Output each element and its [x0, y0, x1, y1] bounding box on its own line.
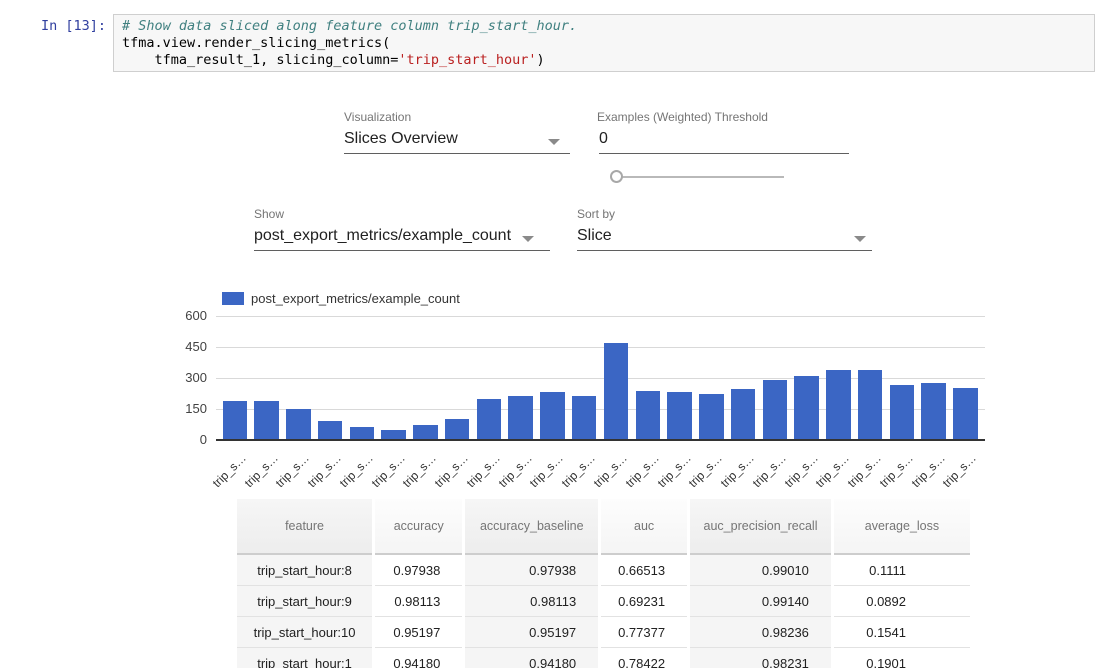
metric-cell: 0.1541 — [834, 617, 970, 648]
bar[interactable] — [699, 394, 724, 440]
show-label: Show — [254, 207, 284, 221]
bar[interactable] — [572, 396, 597, 440]
table-row: trip_start_hour:80.979380.979380.665130.… — [237, 555, 970, 586]
metric-cell: 0.95197 — [465, 617, 598, 648]
bar[interactable] — [731, 389, 756, 440]
show-underline — [254, 250, 550, 251]
bar[interactable] — [508, 396, 533, 440]
metric-cell: 0.1111 — [834, 555, 970, 586]
metric-cell: 0.77377 — [601, 617, 687, 648]
metric-cell: 0.66513 — [601, 555, 687, 586]
metric-cell: 0.95197 — [375, 617, 462, 648]
metrics-table: featureaccuracyaccuracy_baselineaucauc_p… — [237, 499, 973, 668]
bar[interactable] — [636, 391, 661, 440]
code-token-plain: ) — [537, 52, 545, 68]
column-header: accuracy — [375, 499, 462, 555]
sort-by-dropdown[interactable]: Slice — [577, 227, 612, 245]
column-header: accuracy_baseline — [465, 499, 598, 555]
bar[interactable] — [763, 380, 788, 440]
gridline — [216, 316, 985, 317]
code-line[interactable]: tfma.view.render_slicing_metrics( — [122, 35, 1086, 52]
bar[interactable] — [921, 383, 946, 440]
bar[interactable] — [350, 427, 375, 440]
code-token-comment: # Show data sliced along feature column … — [122, 18, 577, 34]
feature-cell: trip_start_hour:10 — [237, 617, 372, 648]
bar[interactable] — [254, 401, 279, 440]
bar[interactable] — [540, 392, 565, 440]
metric-cell: 0.97938 — [375, 555, 462, 586]
metric-cell: 0.78422 — [601, 648, 687, 668]
chevron-down-icon[interactable] — [522, 236, 534, 242]
bar[interactable] — [667, 392, 692, 440]
show-dropdown[interactable]: post_export_metrics/example_count — [254, 227, 511, 245]
column-header: average_loss — [834, 499, 970, 555]
visualization-underline — [344, 153, 570, 154]
code-token-string: 'trip_start_hour' — [398, 52, 536, 68]
metrics-table-container[interactable]: featureaccuracyaccuracy_baselineaucauc_p… — [237, 499, 973, 668]
column-header: auc — [601, 499, 687, 555]
code-token-plain: tfma.view.render_slicing_metrics( — [122, 35, 390, 51]
metric-cell: 0.98113 — [375, 586, 462, 617]
legend-swatch — [222, 292, 244, 305]
y-axis-tick-label: 150 — [160, 401, 207, 416]
threshold-label: Examples (Weighted) Threshold — [597, 110, 768, 124]
notebook-page: In [13]: # Show data sliced along featur… — [0, 0, 1111, 668]
threshold-slider-track[interactable] — [616, 176, 784, 178]
y-axis-tick-label: 0 — [160, 432, 207, 447]
bar[interactable] — [858, 370, 883, 440]
chevron-down-icon[interactable] — [854, 236, 866, 242]
y-axis-tick-label: 600 — [160, 308, 207, 323]
table-row: trip_start_hour:90.981130.981130.692310.… — [237, 586, 970, 617]
code-line[interactable]: tfma_result_1, slicing_column='trip_star… — [122, 52, 1086, 69]
metric-cell: 0.94180 — [375, 648, 462, 668]
feature-cell: trip_start_hour:9 — [237, 586, 372, 617]
bar[interactable] — [318, 421, 343, 440]
metric-cell: 0.0892 — [834, 586, 970, 617]
bar[interactable] — [604, 343, 629, 440]
code-line[interactable]: # Show data sliced along feature column … — [122, 18, 1086, 35]
metric-cell: 0.98236 — [690, 617, 831, 648]
gridline — [216, 347, 985, 348]
bar[interactable] — [223, 401, 248, 440]
metric-cell: 0.1901 — [834, 648, 970, 668]
code-cell[interactable]: # Show data sliced along feature column … — [113, 14, 1095, 72]
table-row: trip_start_hour:100.951970.951970.773770… — [237, 617, 970, 648]
column-header: auc_precision_recall — [690, 499, 831, 555]
sort-by-label: Sort by — [577, 207, 615, 221]
code-token-plain: tfma_result_1, slicing_column= — [122, 52, 398, 68]
bar[interactable] — [794, 376, 819, 440]
legend-label: post_export_metrics/example_count — [251, 291, 460, 306]
bar[interactable] — [826, 370, 851, 440]
table-header-row: featureaccuracyaccuracy_baselineaucauc_p… — [237, 499, 970, 555]
threshold-underline — [599, 153, 849, 154]
bar[interactable] — [477, 399, 502, 440]
metric-cell: 0.69231 — [601, 586, 687, 617]
bar[interactable] — [953, 388, 978, 440]
column-header: feature — [237, 499, 372, 555]
visualization-label: Visualization — [344, 110, 411, 124]
sort-by-underline — [577, 250, 872, 251]
metric-cell: 0.97938 — [465, 555, 598, 586]
feature-cell: trip_start_hour:1 — [237, 648, 372, 668]
visualization-dropdown[interactable]: Slices Overview — [344, 130, 458, 148]
feature-cell: trip_start_hour:8 — [237, 555, 372, 586]
metric-cell: 0.99010 — [690, 555, 831, 586]
chevron-down-icon[interactable] — [548, 139, 560, 145]
threshold-slider-handle[interactable] — [610, 170, 623, 183]
metric-cell: 0.98113 — [465, 586, 598, 617]
metric-cell: 0.98231 — [690, 648, 831, 668]
cell-input-prompt: In [13]: — [0, 18, 106, 34]
metric-cell: 0.94180 — [465, 648, 598, 668]
bar[interactable] — [413, 425, 438, 440]
bar[interactable] — [445, 419, 470, 440]
threshold-input[interactable]: 0 — [599, 130, 608, 148]
y-axis-tick-label: 450 — [160, 339, 207, 354]
code-content[interactable]: # Show data sliced along feature column … — [122, 18, 1086, 69]
table-row: trip_start_hour:10.941800.941800.784220.… — [237, 648, 970, 668]
bar[interactable] — [890, 385, 915, 440]
bar[interactable] — [286, 409, 311, 440]
metric-cell: 0.99140 — [690, 586, 831, 617]
y-axis-tick-label: 300 — [160, 370, 207, 385]
x-axis-line — [216, 439, 985, 441]
